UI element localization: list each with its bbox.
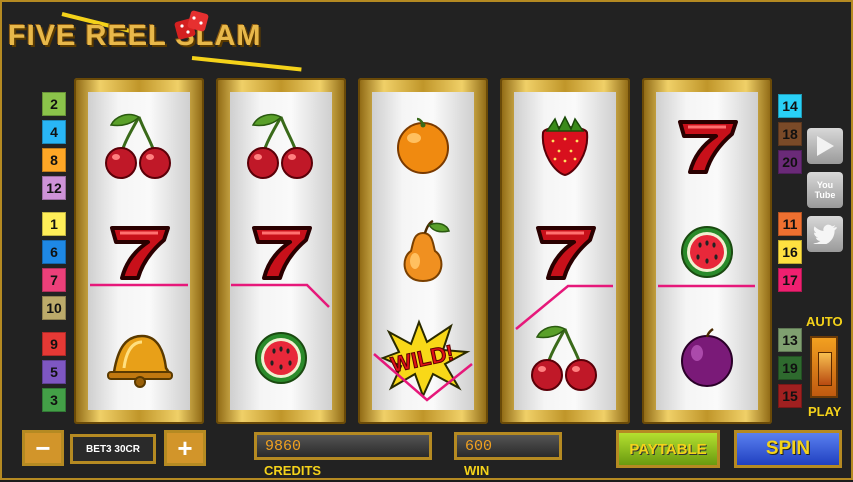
- reel-window: [88, 92, 190, 410]
- payline-badge: 3: [42, 388, 66, 412]
- bet-decrease-button[interactable]: −: [22, 430, 64, 466]
- strawberry-symbol: [514, 96, 616, 196]
- payline-badge: 5: [42, 360, 66, 384]
- logo-streak: [191, 56, 302, 72]
- reel-1: [74, 78, 204, 424]
- payline-badge: 1: [42, 212, 66, 236]
- win-label: WIN: [464, 463, 490, 478]
- twitter-button[interactable]: [807, 216, 843, 252]
- reel-window: [230, 92, 332, 410]
- cherries-symbol: [230, 96, 332, 196]
- seven-symbol: [230, 202, 332, 302]
- credits-meter: 9860: [254, 432, 432, 460]
- payline-badge: 16: [778, 240, 802, 264]
- wild-symbol: WILD!: [372, 308, 474, 408]
- reel-5: [642, 78, 772, 424]
- orange-symbol: [372, 96, 474, 196]
- reel-2: [216, 78, 346, 424]
- watermelon-symbol: [230, 308, 332, 408]
- reel-window: [514, 92, 616, 410]
- minus-icon: −: [35, 432, 51, 463]
- seven-symbol: [656, 96, 758, 196]
- spin-label: SPIN: [765, 438, 811, 459]
- cherries-symbol: [88, 96, 190, 196]
- win-value: 600: [465, 438, 493, 455]
- payline-badge: 19: [778, 356, 802, 380]
- credits-value: 9860: [265, 438, 302, 455]
- credits-label: CREDITS: [264, 463, 322, 478]
- seven-symbol: [88, 202, 190, 302]
- bet-text: BET3 30CR: [86, 443, 140, 455]
- payline-badge: 6: [42, 240, 66, 264]
- payline-badge: 9: [42, 332, 66, 356]
- play-label: PLAY: [808, 404, 842, 419]
- youtube-icon: You Tube: [814, 180, 836, 200]
- win-meter: 600: [454, 432, 562, 460]
- payline-badge: 2: [42, 92, 66, 116]
- reel-4: [500, 78, 630, 424]
- reel-3: WILD!: [358, 78, 488, 424]
- auto-label: AUTO: [806, 314, 843, 329]
- payline-badge: 13: [778, 328, 802, 352]
- paytable-button[interactable]: PAYTABLE: [616, 430, 720, 468]
- bell-symbol: [88, 308, 190, 408]
- plus-icon: +: [177, 432, 193, 463]
- pear-symbol: [372, 202, 474, 302]
- game-screen: FIVE REEL SLAM 2 4 8 12 1 6 7 10 9 5 3 14 18 20 11 16 1…: [0, 0, 853, 480]
- seven-symbol: [514, 202, 616, 302]
- plum-symbol: [656, 308, 758, 408]
- bet-increase-button[interactable]: +: [164, 430, 206, 466]
- payline-badge: 4: [42, 120, 66, 144]
- bet-display: BET3 30CR: [70, 434, 156, 464]
- payline-badge: 15: [778, 384, 802, 408]
- payline-badge: 8: [42, 148, 66, 172]
- payline-badge: 7: [42, 268, 66, 292]
- payline-badge: 18: [778, 122, 802, 146]
- reel-window: WILD!: [372, 92, 474, 410]
- payline-badge: 11: [778, 212, 802, 236]
- twitter-icon: [813, 224, 837, 244]
- watermelon-symbol: [656, 202, 758, 302]
- payline-badge: 14: [778, 94, 802, 118]
- dice-icon: [174, 10, 209, 40]
- spin-button[interactable]: SPIN: [734, 430, 842, 468]
- payline-badge: 17: [778, 268, 802, 292]
- reel-window: [656, 92, 758, 410]
- payline-badge: 12: [42, 176, 66, 200]
- autoplay-lever: [818, 352, 832, 386]
- game-logo: FIVE REEL SLAM: [8, 20, 262, 52]
- payline-badge: 10: [42, 296, 66, 320]
- cherries-symbol: [514, 308, 616, 408]
- youtube-button[interactable]: You Tube: [807, 172, 843, 208]
- autoplay-toggle[interactable]: [810, 336, 838, 398]
- play-store-icon: [817, 136, 834, 156]
- paytable-label: PAYTABLE: [629, 440, 707, 458]
- payline-badge: 20: [778, 150, 802, 174]
- play-store-button[interactable]: [807, 128, 843, 164]
